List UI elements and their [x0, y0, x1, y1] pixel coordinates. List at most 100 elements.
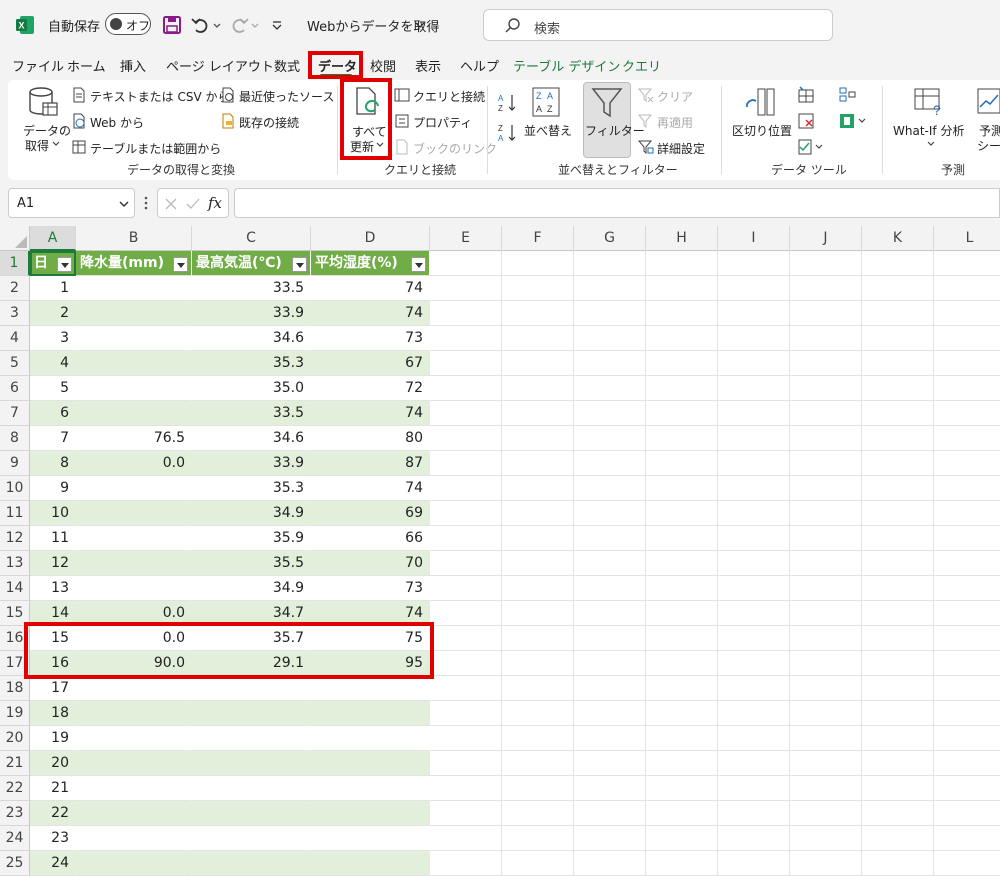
filter-label[interactable]: フィルター	[585, 122, 645, 139]
empty-cell[interactable]	[430, 726, 502, 751]
refresh-all-label-2[interactable]: 更新	[350, 138, 374, 155]
table-cell[interactable]: 35.7	[192, 626, 311, 651]
name-box-dropdown-icon[interactable]	[118, 198, 130, 210]
table-cell[interactable]: 74	[311, 276, 430, 301]
empty-cell[interactable]	[934, 776, 1000, 801]
table-cell[interactable]: 11	[30, 526, 76, 551]
empty-cell[interactable]	[646, 626, 718, 651]
sort-button[interactable]: 並べ替え	[524, 122, 572, 139]
data-model-icon[interactable]	[838, 112, 868, 130]
what-if-dropdown-icon[interactable]	[927, 140, 935, 148]
column-header-j[interactable]: J	[790, 226, 862, 251]
empty-cell[interactable]	[790, 476, 862, 501]
filter-dropdown-icon[interactable]	[57, 257, 72, 272]
table-cell[interactable]	[76, 376, 192, 401]
empty-cell[interactable]	[790, 676, 862, 701]
empty-cell[interactable]	[574, 801, 646, 826]
table-cell[interactable]: 35.3	[192, 351, 311, 376]
empty-cell[interactable]	[934, 576, 1000, 601]
table-cell[interactable]: 72	[311, 376, 430, 401]
empty-cell[interactable]	[502, 751, 574, 776]
column-header-g[interactable]: G	[574, 226, 646, 251]
empty-cell[interactable]	[646, 251, 718, 276]
row-header[interactable]: 22	[0, 776, 30, 801]
table-cell[interactable]	[311, 801, 430, 826]
properties-button[interactable]: プロパティ	[413, 114, 472, 131]
empty-cell[interactable]	[862, 676, 934, 701]
table-cell[interactable]	[76, 526, 192, 551]
empty-cell[interactable]	[718, 301, 790, 326]
empty-cell[interactable]	[934, 651, 1000, 676]
empty-cell[interactable]	[790, 851, 862, 876]
empty-cell[interactable]	[790, 826, 862, 851]
empty-cell[interactable]	[574, 326, 646, 351]
table-cell[interactable]: 34.6	[192, 326, 311, 351]
tab-file[interactable]: ファイル	[12, 56, 64, 75]
empty-cell[interactable]	[502, 701, 574, 726]
empty-cell[interactable]	[502, 476, 574, 501]
row-header[interactable]: 6	[0, 376, 30, 401]
get-data-dropdown-icon[interactable]	[52, 140, 60, 148]
table-cell[interactable]: 73	[311, 326, 430, 351]
tab-help[interactable]: ヘルプ	[460, 56, 499, 75]
empty-cell[interactable]	[574, 426, 646, 451]
table-cell[interactable]: 69	[311, 501, 430, 526]
tab-query[interactable]: クエリ	[622, 56, 661, 75]
empty-cell[interactable]	[574, 376, 646, 401]
empty-cell[interactable]	[502, 451, 574, 476]
row-header[interactable]: 21	[0, 751, 30, 776]
insert-function-icon[interactable]: fx	[208, 194, 222, 212]
table-cell[interactable]: 67	[311, 351, 430, 376]
tab-home[interactable]: ホーム	[67, 56, 106, 75]
empty-cell[interactable]	[862, 551, 934, 576]
empty-cell[interactable]	[646, 401, 718, 426]
empty-cell[interactable]	[790, 426, 862, 451]
table-cell[interactable]: 12	[30, 551, 76, 576]
empty-cell[interactable]	[934, 401, 1000, 426]
empty-cell[interactable]	[430, 376, 502, 401]
table-cell[interactable]: 22	[30, 801, 76, 826]
save-icon[interactable]	[161, 14, 183, 36]
table-cell[interactable]	[311, 676, 430, 701]
empty-cell[interactable]	[430, 276, 502, 301]
table-cell[interactable]: 1	[30, 276, 76, 301]
empty-cell[interactable]	[502, 801, 574, 826]
empty-cell[interactable]	[934, 251, 1000, 276]
flash-fill-icon[interactable]	[797, 86, 815, 104]
column-header-f[interactable]: F	[502, 226, 574, 251]
empty-cell[interactable]	[862, 476, 934, 501]
empty-cell[interactable]	[934, 551, 1000, 576]
empty-cell[interactable]	[934, 626, 1000, 651]
empty-cell[interactable]	[646, 451, 718, 476]
table-cell[interactable]: 15	[30, 626, 76, 651]
empty-cell[interactable]	[646, 701, 718, 726]
empty-cell[interactable]	[790, 276, 862, 301]
table-cell[interactable]	[76, 726, 192, 751]
empty-cell[interactable]	[646, 601, 718, 626]
empty-cell[interactable]	[718, 251, 790, 276]
redo-icon[interactable]	[228, 14, 250, 36]
row-header[interactable]: 24	[0, 826, 30, 851]
empty-cell[interactable]	[934, 301, 1000, 326]
advanced-button[interactable]: 詳細設定	[657, 140, 705, 157]
empty-cell[interactable]	[430, 526, 502, 551]
tab-view[interactable]: 表示	[415, 56, 441, 75]
enter-icon[interactable]	[186, 197, 200, 211]
row-header[interactable]: 23	[0, 801, 30, 826]
row-header[interactable]: 4	[0, 326, 30, 351]
empty-cell[interactable]	[646, 776, 718, 801]
redo-dropdown-icon[interactable]	[250, 14, 260, 36]
tab-review[interactable]: 校閲	[370, 56, 396, 75]
edit-links-button[interactable]: ブックのリンク	[413, 140, 497, 157]
table-cell[interactable]: 7	[30, 426, 76, 451]
table-cell[interactable]	[76, 676, 192, 701]
empty-cell[interactable]	[934, 726, 1000, 751]
empty-cell[interactable]	[430, 851, 502, 876]
empty-cell[interactable]	[862, 826, 934, 851]
table-cell[interactable]	[76, 501, 192, 526]
column-header-d[interactable]: D	[311, 226, 430, 251]
column-header-e[interactable]: E	[430, 226, 502, 251]
undo-dropdown-icon[interactable]	[212, 14, 222, 36]
empty-cell[interactable]	[430, 501, 502, 526]
empty-cell[interactable]	[718, 701, 790, 726]
